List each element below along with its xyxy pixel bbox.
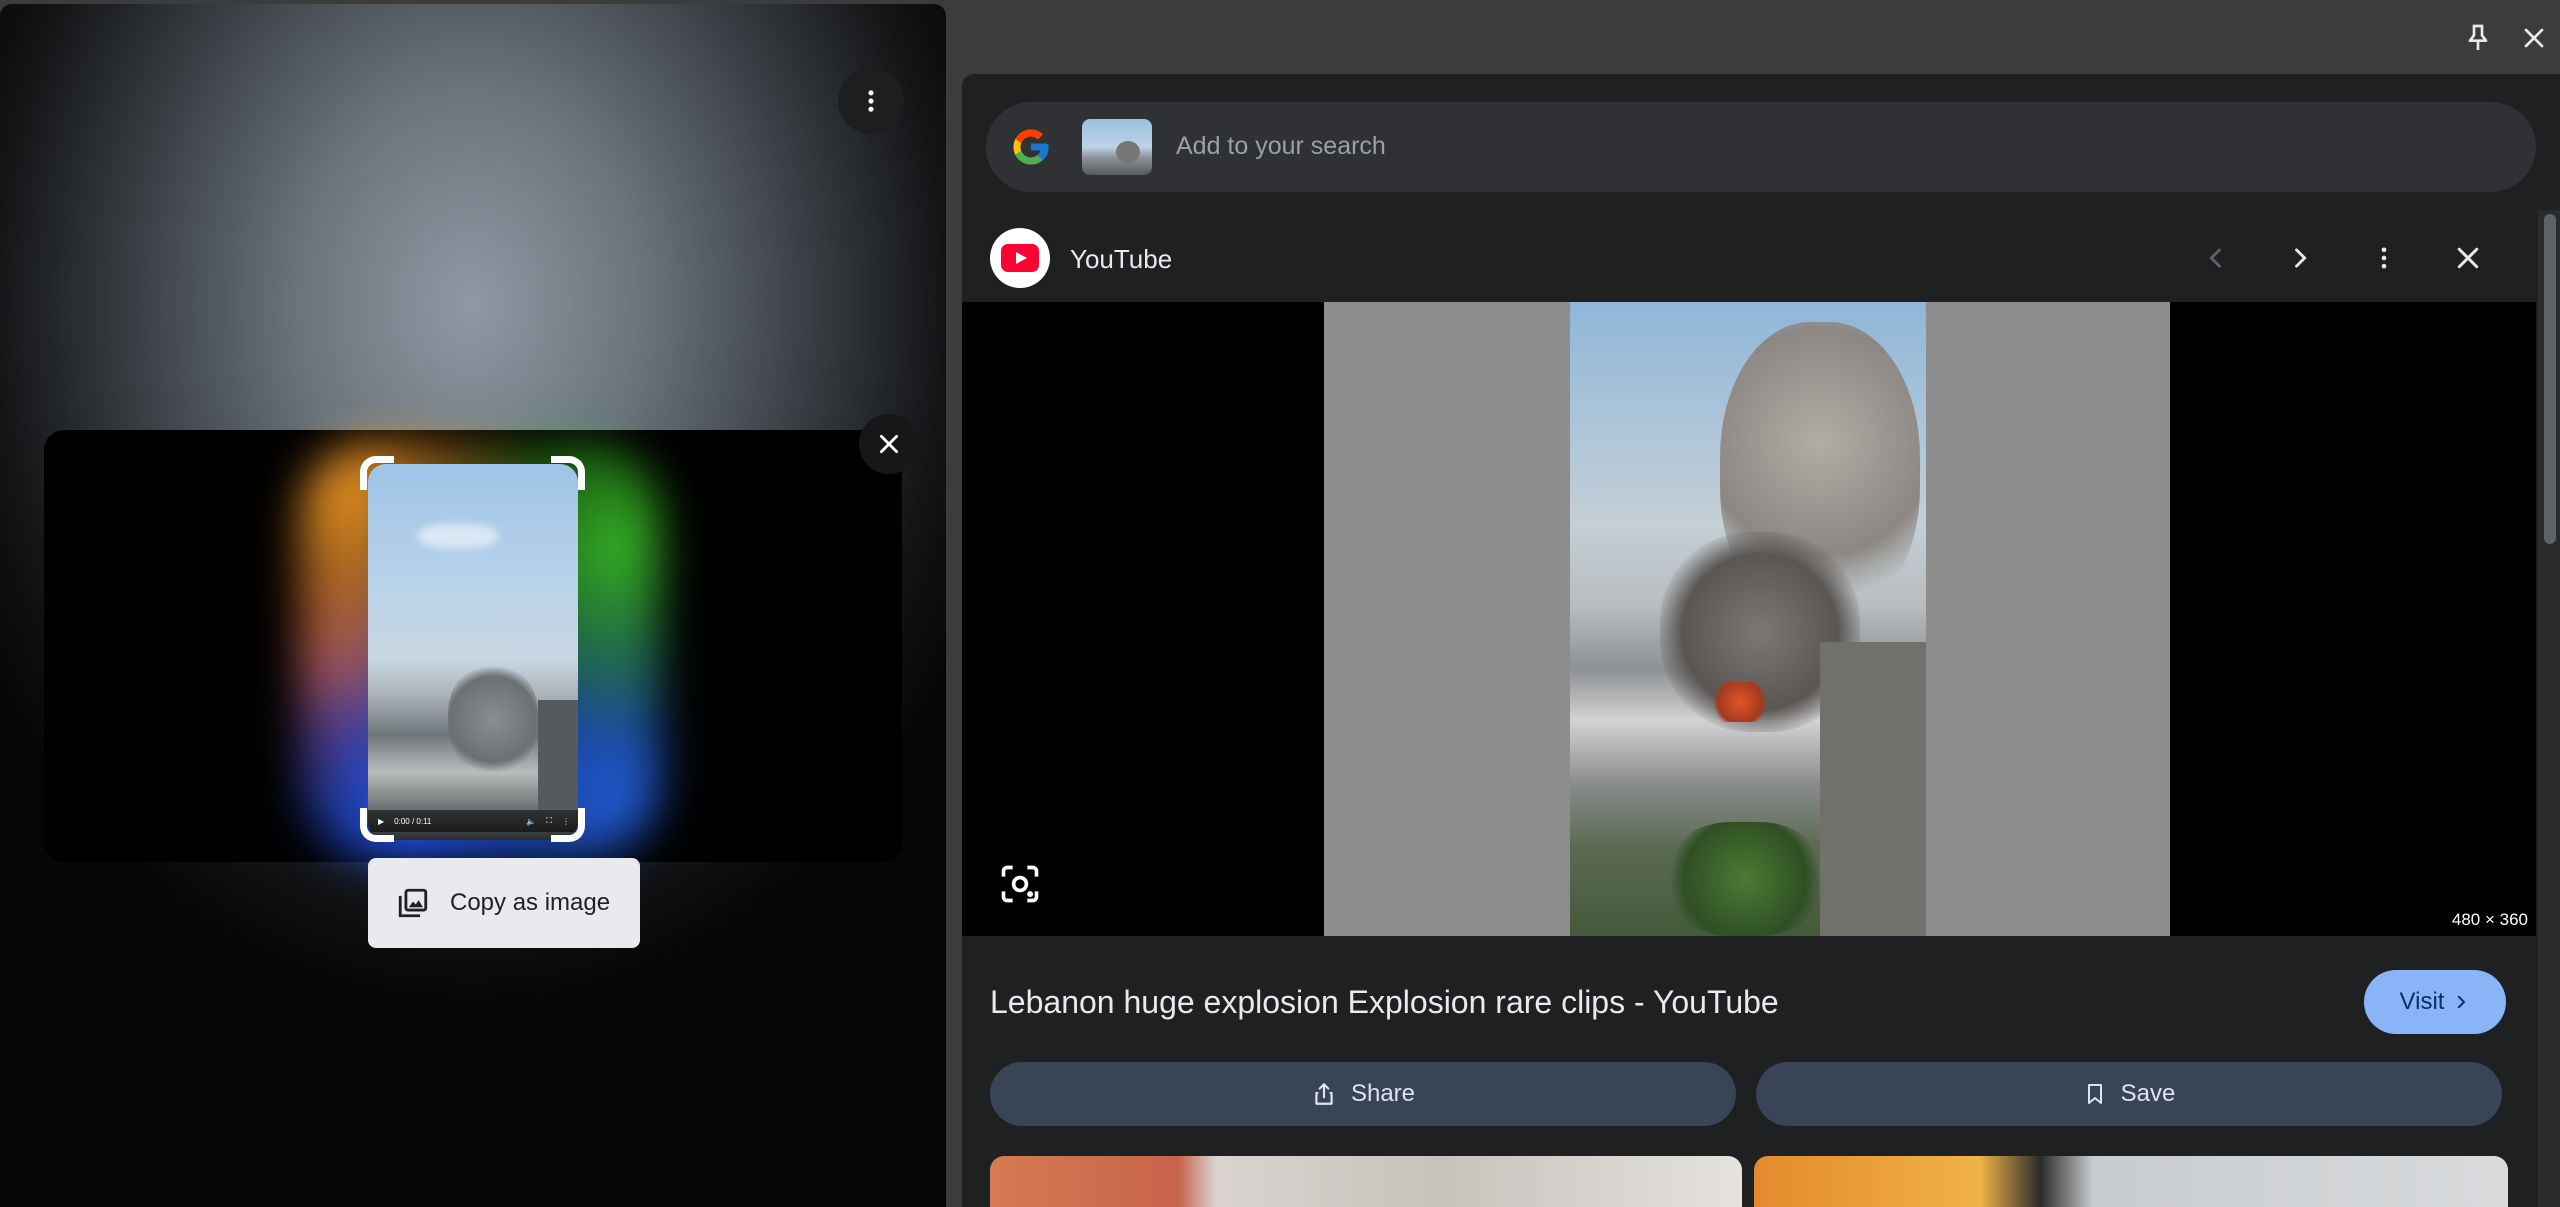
scrollbar-thumb[interactable] (2544, 214, 2556, 544)
image-dimensions: 480 × 360 (2451, 910, 2528, 929)
google-logo-icon (1013, 129, 1049, 165)
video-controls: ▶ 0:00 / 0:11 🔈 ⛶ ⋮ (368, 810, 578, 832)
selection-handle-bottom-right[interactable] (551, 808, 585, 842)
chevron-left-icon (2209, 248, 2221, 268)
more-options-button[interactable] (838, 68, 904, 134)
related-result-thumbnail[interactable] (990, 1156, 1742, 1207)
selection-handle-top-left[interactable] (360, 456, 394, 490)
youtube-logo-icon (1001, 244, 1039, 272)
related-result-thumbnail[interactable] (1754, 1156, 2508, 1207)
lens-search-icon[interactable] (998, 862, 1042, 906)
close-icon (2457, 247, 2479, 269)
share-label: Share (1350, 1080, 1416, 1107)
selection-handle-bottom-left[interactable] (360, 808, 394, 842)
bookmark-icon (2087, 1084, 2102, 1104)
source-favicon (990, 228, 1050, 288)
image-copy-icon (398, 888, 428, 918)
share-icon (1315, 1083, 1333, 1105)
copy-as-image-button[interactable]: Copy as image (368, 858, 640, 948)
close-selection-button[interactable] (859, 414, 919, 474)
result-photo (1570, 302, 1926, 936)
source-name[interactable]: YouTube (1070, 244, 1172, 275)
video-time: 0:00 / 0:11 (394, 816, 432, 826)
visit-button[interactable]: Visit (2364, 970, 2506, 1034)
search-placeholder[interactable]: Add to your search (1176, 132, 1386, 161)
volume-icon: 🔈 (526, 816, 537, 826)
save-label: Save (2120, 1080, 2176, 1107)
next-result-button[interactable] (2280, 238, 2320, 278)
chevron-right-icon (2295, 248, 2307, 268)
copy-as-image-label: Copy as image (450, 889, 611, 916)
selection-handle-top-right[interactable] (551, 456, 585, 490)
result-more-options-button[interactable] (2364, 238, 2404, 278)
previous-result-button[interactable] (2196, 238, 2236, 278)
search-bar[interactable]: Add to your search (986, 102, 2536, 192)
selected-video-thumbnail[interactable]: ▶ 0:00 / 0:11 🔈 ⛶ ⋮ (368, 464, 578, 840)
share-button[interactable]: Share (990, 1062, 1736, 1126)
visit-label: Visit (2399, 988, 2445, 1015)
close-side-panel-icon[interactable] (2518, 22, 2550, 54)
save-button[interactable]: Save (1756, 1062, 2502, 1126)
more-vert-icon (868, 90, 874, 112)
chevron-right-icon (2458, 995, 2466, 1009)
more-vert-icon (2381, 247, 2387, 269)
search-image-chip[interactable] (1082, 119, 1152, 175)
lens-results-panel: Add to your search YouTube 480 × 360 Leb… (962, 74, 2560, 1207)
pin-icon[interactable] (2462, 22, 2494, 54)
result-title[interactable]: Lebanon huge explosion Explosion rare cl… (990, 984, 1779, 1021)
close-result-button[interactable] (2448, 238, 2488, 278)
result-image-preview[interactable]: 480 × 360 (962, 302, 2536, 936)
result-detail: YouTube 480 × 360 Lebanon huge explosion… (962, 210, 2536, 1207)
close-icon (880, 435, 898, 453)
